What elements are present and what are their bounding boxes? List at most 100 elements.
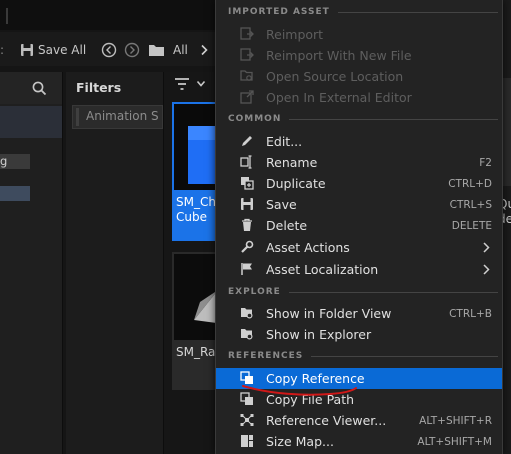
menu-item-size-map[interactable]: Size Map... ALT+SHIFT+M (216, 431, 502, 452)
menu-item-label: Save (266, 197, 297, 212)
section-imported-asset: IMPORTED ASSET (228, 5, 498, 19)
menu-item-shortcut: DELETE (451, 219, 492, 232)
filter-chip-stripe (76, 108, 79, 126)
wrench-icon (241, 240, 254, 253)
forward-button[interactable] (124, 41, 140, 59)
folder-icon (149, 45, 164, 56)
menu-item-edit[interactable]: Edit... (216, 131, 502, 152)
menu-item-show-in-folder-view[interactable]: Show in Folder View CTRL+B (216, 303, 502, 324)
menu-item-label: Reimport (266, 27, 324, 42)
section-divider (337, 11, 498, 13)
asset-label-line2: Cube (176, 210, 207, 224)
menu-item-asset-actions[interactable]: Asset Actions (216, 237, 502, 258)
section-title: IMPORTED ASSET (228, 7, 330, 17)
section-title: COMMON (228, 114, 282, 124)
menu-item-shortcut: ALT+SHIFT+M (417, 435, 492, 448)
menu-item-open-source-location[interactable]: Open Source Location (216, 66, 502, 87)
menu-item-label: Open Source Location (266, 69, 404, 84)
reimport-icon (240, 27, 254, 40)
sources-panel: g (0, 72, 63, 454)
filter-dropdown-button[interactable] (172, 72, 212, 92)
submenu-chevron-icon (483, 242, 490, 253)
menu-item-shortcut: CTRL+S (449, 198, 492, 211)
section-title: REFERENCES (228, 351, 304, 361)
panel-edge (6, 8, 16, 24)
content-browser-toolbar: : Save All All (0, 32, 230, 66)
menu-item-label: Delete (266, 218, 308, 233)
sources-selected-row[interactable] (0, 106, 62, 138)
section-references: REFERENCES (228, 349, 498, 363)
back-button[interactable] (101, 41, 117, 59)
section-title: EXPLORE (228, 287, 281, 297)
asset-context-menu: IMPORTED ASSET Reimport Reimport With Ne… (215, 0, 503, 454)
menu-item-reimport-new-file[interactable]: Reimport With New File (216, 45, 502, 66)
menu-item-label: Reference Viewer... (266, 413, 387, 428)
menu-item-label: Edit... (266, 134, 303, 149)
chevron-right-icon (201, 44, 208, 56)
save-icon (21, 44, 33, 56)
path-chevron[interactable] (199, 41, 209, 59)
save-icon (241, 198, 253, 210)
path-root-button[interactable]: All (148, 41, 188, 59)
menu-item-rename[interactable]: Rename F2 (216, 152, 502, 173)
menu-item-open-external-editor[interactable]: Open In External Editor (216, 87, 502, 108)
reimport-icon (240, 48, 254, 61)
size-map-icon (241, 435, 253, 447)
menu-item-label: Open In External Editor (266, 90, 412, 105)
menu-item-reimport[interactable]: Reimport (216, 24, 502, 45)
filters-title: Filters (76, 80, 122, 95)
menu-item-copy-reference[interactable]: Copy Reference (216, 368, 502, 389)
menu-item-label: Show in Folder View (266, 306, 392, 321)
submenu-chevron-icon (483, 264, 490, 275)
search-icon[interactable] (32, 81, 47, 96)
menu-item-label: Asset Localization (266, 262, 379, 277)
copy-icon (240, 392, 253, 405)
toolbar-separator: : (0, 43, 5, 57)
menu-item-copy-file-path[interactable]: Copy File Path (216, 389, 502, 410)
folder-row[interactable]: g (0, 154, 30, 169)
reference-viewer-icon (240, 414, 254, 426)
section-divider (311, 355, 498, 357)
menu-item-label: Show in Explorer (266, 327, 372, 342)
chevron-down-icon (196, 80, 206, 87)
menu-item-label: Copy Reference (266, 371, 365, 386)
menu-item-delete[interactable]: Delete DELETE (216, 215, 502, 236)
sources-header (0, 72, 62, 104)
menu-item-label: Copy File Path (266, 392, 355, 407)
menu-item-asset-localization[interactable]: Asset Localization (216, 259, 502, 280)
external-editor-icon (240, 90, 254, 104)
folder-row-selected[interactable] (0, 186, 30, 201)
menu-item-label: Duplicate (266, 176, 326, 191)
filters-panel: Filters Animation S (66, 72, 164, 454)
menu-item-reference-viewer[interactable]: Reference Viewer... ALT+SHIFT+R (216, 410, 502, 431)
menu-item-save[interactable]: Save CTRL+S (216, 194, 502, 215)
section-explore: EXPLORE (228, 285, 498, 299)
menu-item-shortcut: ALT+SHIFT+R (419, 414, 492, 427)
rename-icon (240, 155, 252, 169)
menu-item-shortcut: CTRL+D (448, 177, 492, 190)
back-arrow-icon (101, 42, 117, 58)
filter-chip[interactable]: Animation S (72, 105, 163, 129)
menu-item-shortcut: CTRL+B (449, 307, 492, 320)
save-all-button[interactable]: Save All (20, 41, 86, 59)
trash-icon (242, 218, 252, 231)
duplicate-icon (241, 177, 254, 190)
menu-item-label: Reimport With New File (266, 48, 412, 63)
path-all-label: All (173, 43, 188, 57)
filter-icon (175, 78, 189, 90)
menu-item-show-in-explorer[interactable]: Show in Explorer (216, 324, 502, 345)
menu-item-label: Rename (266, 155, 318, 170)
copy-icon (240, 371, 253, 384)
pencil-icon (242, 136, 252, 146)
folder-row-label: g (0, 154, 8, 168)
filter-chip-label: Animation S (86, 109, 159, 123)
menu-item-duplicate[interactable]: Duplicate CTRL+D (216, 173, 502, 194)
forward-arrow-icon (124, 42, 140, 58)
menu-item-label: Size Map... (266, 434, 334, 449)
flag-icon (241, 263, 252, 275)
save-all-label: Save All (38, 43, 87, 57)
folder-search-icon (241, 329, 253, 340)
menu-item-shortcut: F2 (479, 156, 492, 169)
menu-item-label: Asset Actions (266, 240, 350, 255)
folder-search-icon (240, 70, 253, 81)
